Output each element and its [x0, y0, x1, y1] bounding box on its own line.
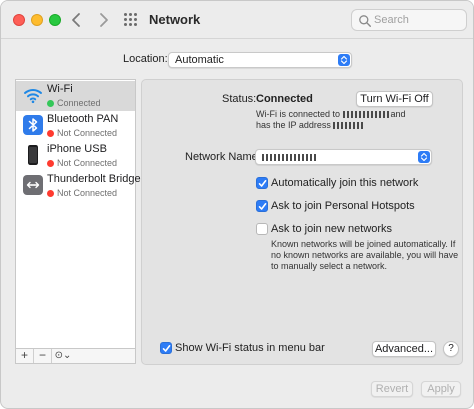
service-item-thunderbolt-bridge[interactable]: Thunderbolt Bridge Not Connected: [16, 171, 141, 201]
service-status: Not Connected: [47, 158, 117, 168]
minimize-window-button[interactable]: [31, 14, 43, 26]
new-networks-note-line2: no known networks are available, you wil…: [271, 250, 459, 260]
redacted-network-name: [342, 111, 391, 118]
status-dot-icon: [47, 159, 54, 167]
show-wifi-status-label[interactable]: Show Wi-Fi status in menu bar: [175, 342, 325, 354]
close-window-button[interactable]: [13, 14, 25, 26]
service-name: Bluetooth PAN: [47, 113, 119, 125]
remove-service-button[interactable]: −: [34, 349, 52, 363]
status-dot-icon: [47, 99, 54, 107]
thunderbolt-bridge-icon: [23, 175, 43, 195]
ask-new-networks-checkbox[interactable]: [256, 223, 268, 235]
personal-hotspots-label[interactable]: Ask to join Personal Hotspots: [271, 200, 415, 212]
forward-button[interactable]: [93, 10, 113, 30]
chevron-left-icon: [72, 13, 80, 27]
show-all-button[interactable]: [123, 12, 139, 28]
service-list: Wi-Fi Connected Bluetooth PAN Not Connec…: [15, 79, 141, 349]
help-button[interactable]: ?: [443, 341, 459, 357]
auto-join-checkbox[interactable]: [256, 177, 268, 189]
advanced-button[interactable]: Advanced...: [372, 341, 436, 357]
search-input[interactable]: [374, 12, 464, 28]
wifi-icon: [24, 89, 42, 104]
service-status-text: Not Connected: [57, 158, 118, 168]
location-value: Automatic: [175, 54, 224, 66]
add-service-button[interactable]: +: [16, 349, 34, 363]
service-status: Not Connected: [47, 188, 117, 198]
location-popup[interactable]: Automatic: [168, 52, 352, 68]
turn-wifi-off-button[interactable]: Turn Wi-Fi Off: [356, 91, 433, 107]
chevron-right-icon: [100, 13, 108, 27]
bluetooth-icon: [23, 115, 43, 135]
redacted-network-name: [262, 154, 317, 161]
service-item-bluetooth-pan[interactable]: Bluetooth PAN Not Connected: [16, 111, 135, 141]
ask-new-networks-label[interactable]: Ask to join new networks: [271, 223, 392, 235]
status-description-and: and: [390, 109, 406, 119]
service-status-text: Connected: [57, 98, 101, 108]
status-dot-icon: [47, 129, 54, 137]
service-item-iphone-usb[interactable]: iPhone USB Not Connected: [16, 141, 135, 171]
network-preferences-window: Network Location: Automatic Wi-Fi Connec: [0, 0, 474, 409]
status-value: Connected: [256, 93, 313, 105]
auto-join-label[interactable]: Automatically join this network: [271, 177, 418, 189]
popup-arrows-icon: [338, 54, 350, 66]
redacted-ip-address: [333, 122, 364, 129]
personal-hotspots-checkbox[interactable]: [256, 200, 268, 212]
location-label: Location:: [123, 53, 168, 65]
service-name: Wi-Fi: [47, 83, 73, 95]
status-description-line2: has the IP address: [256, 120, 364, 131]
status-label: Status:: [222, 93, 257, 105]
service-status: Connected: [47, 98, 101, 108]
checkmark-icon: [162, 345, 171, 352]
apply-button[interactable]: Apply: [421, 381, 461, 397]
wifi-detail-panel: Status: Connected Turn Wi-Fi Off Wi-Fi i…: [141, 79, 463, 365]
checkmark-icon: [258, 180, 267, 187]
status-description-text: Wi-Fi is connected to: [256, 109, 341, 119]
status-description-line1: Wi-Fi is connected to and: [256, 109, 406, 120]
status-dot-icon: [47, 189, 54, 197]
search-field[interactable]: [351, 9, 467, 31]
revert-button[interactable]: Revert: [371, 381, 413, 397]
iphone-icon: [28, 145, 38, 165]
service-status-text: Not Connected: [57, 128, 118, 138]
show-wifi-status-checkbox[interactable]: [160, 342, 172, 354]
checkmark-icon: [258, 203, 267, 210]
title-bar: Network: [1, 1, 473, 39]
popup-arrows-icon: [418, 151, 430, 163]
new-networks-note-line1: Known networks will be joined automatica…: [271, 239, 456, 249]
status-description-ip-text: has the IP address: [256, 120, 331, 130]
service-actions-button[interactable]: ⊙⌄: [52, 349, 74, 363]
network-name-value: [262, 151, 317, 163]
search-icon: [359, 15, 372, 28]
maximize-window-button[interactable]: [49, 14, 61, 26]
service-status: Not Connected: [47, 128, 117, 138]
network-name-popup[interactable]: [255, 149, 432, 165]
service-name: iPhone USB: [47, 143, 107, 155]
service-list-toolbar: + − ⊙⌄: [15, 349, 136, 364]
network-name-label: Network Name:: [185, 151, 261, 163]
service-item-wifi[interactable]: Wi-Fi Connected: [16, 81, 135, 111]
back-button[interactable]: [67, 10, 87, 30]
window-title: Network: [149, 12, 201, 27]
service-name: Thunderbolt Bridge: [47, 173, 141, 185]
service-status-text: Not Connected: [57, 188, 118, 198]
new-networks-note-line3: to manually select a network.: [271, 261, 388, 271]
